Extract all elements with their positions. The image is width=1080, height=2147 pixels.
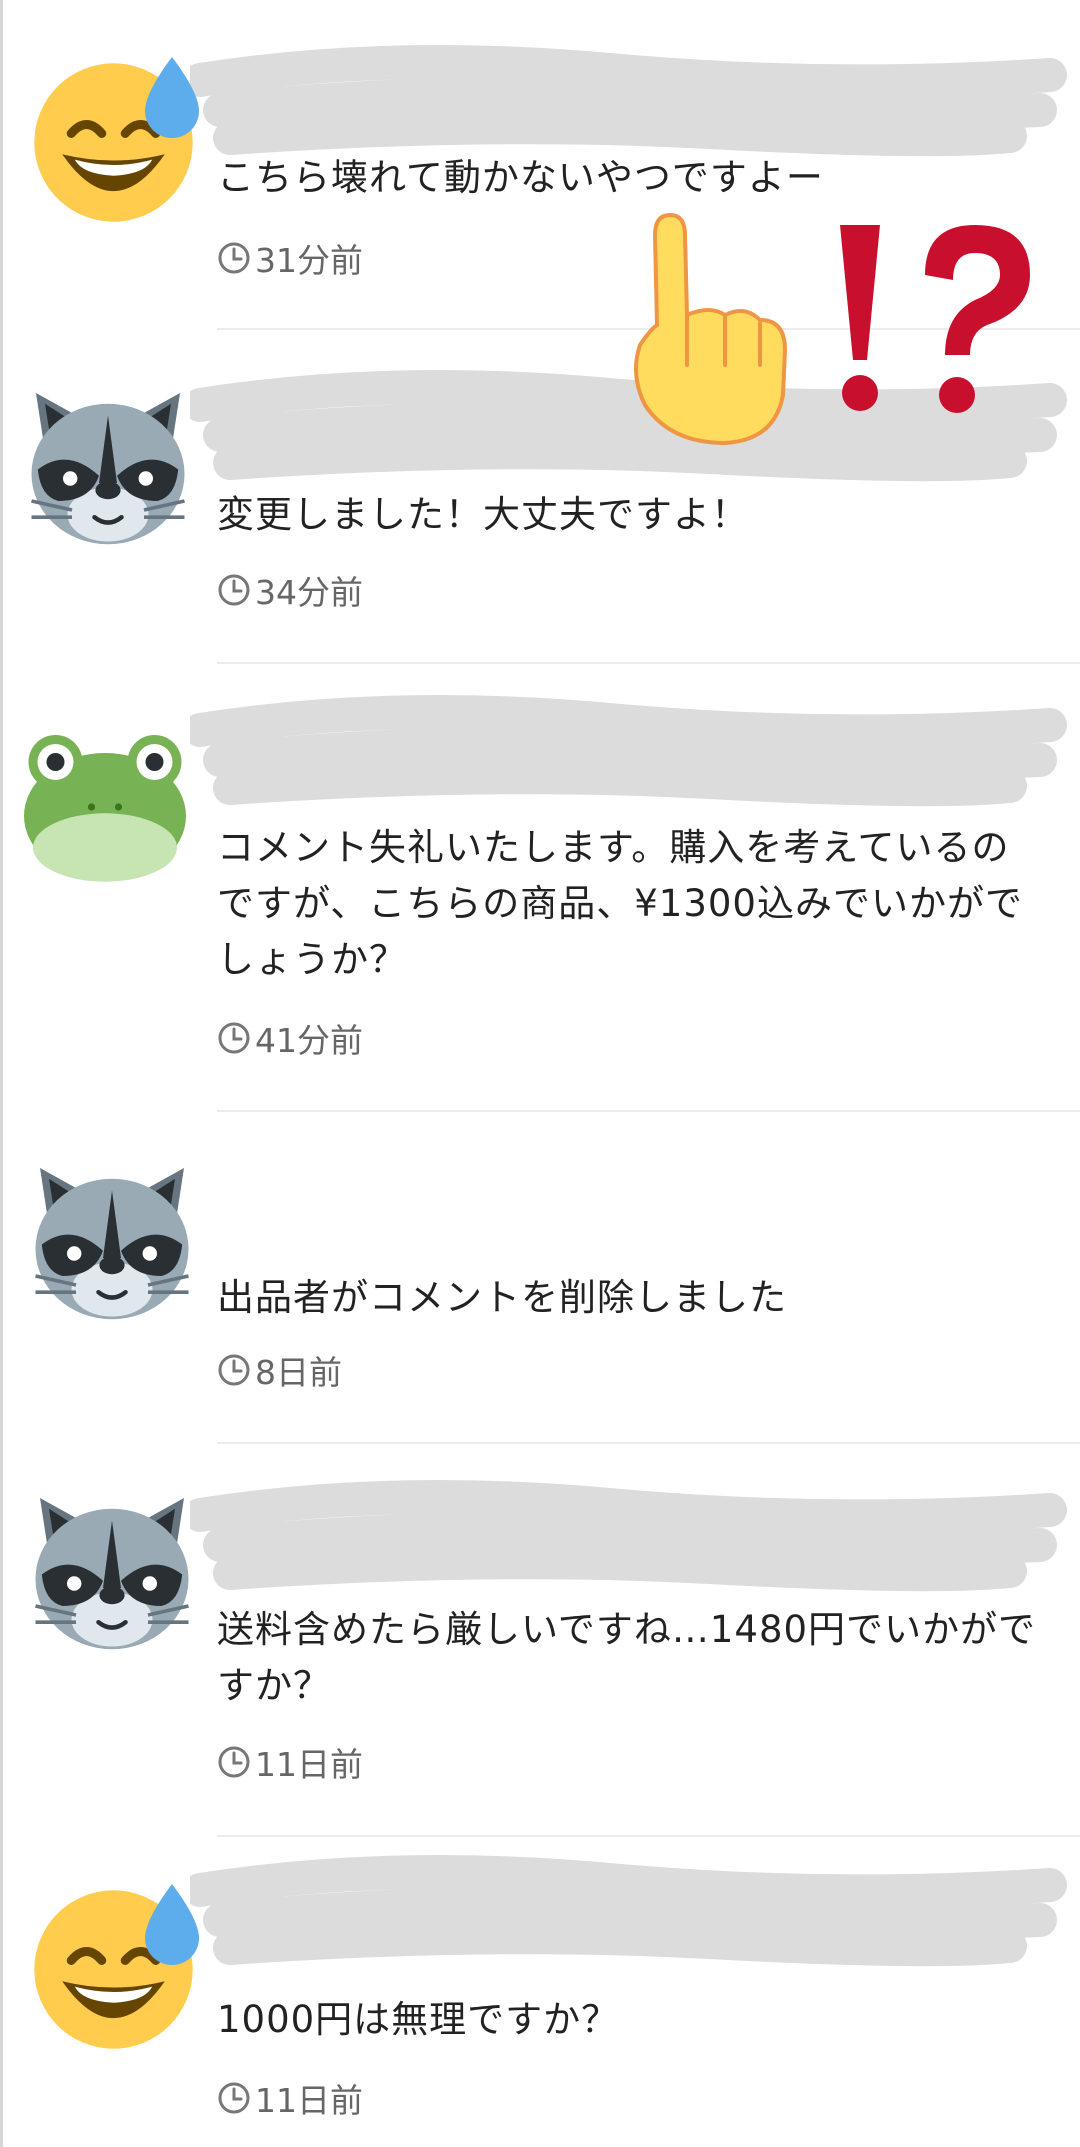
timestamp-label: 8日前 [255,1353,342,1392]
redacted-username-scribble [190,40,1070,160]
left-border [0,0,3,2147]
clock-icon [217,2081,251,2115]
clock-icon [217,1021,251,1055]
clock-icon [217,1745,251,1779]
comment-text: 出品者がコメントを削除しました [217,1276,787,1319]
comment-timestamp: 34分前 [217,570,363,612]
index-pointing-up-icon [634,212,788,445]
redacted-username-scribble [190,1475,1070,1595]
comment-text: こちら壊れて動かないやつですよー [217,156,824,199]
comment-timestamp: 11日前 [217,1742,363,1784]
raccoon-icon[interactable] [22,1480,202,1660]
clock-icon [217,1353,251,1387]
comment-timestamp: 11日前 [217,2078,363,2120]
divider [217,1110,1080,1112]
interrobang-icon [840,225,1030,413]
comment-text: 変更しました！大丈夫ですよ！ [217,493,749,536]
timestamp-label: 11日前 [255,1745,363,1784]
comment-text: コメント失礼いたします。購入を考えているのですが、こちらの商品、¥1300込みで… [217,826,1023,981]
grinning-sweat-face-icon[interactable] [28,1875,208,2055]
reaction-overlay [634,212,1030,445]
redacted-username-scribble [190,1850,1070,1970]
raccoon-icon[interactable] [22,1150,202,1330]
divider [217,1835,1080,1837]
divider [217,1442,1080,1444]
grinning-sweat-face-icon[interactable] [28,48,208,228]
redacted-username-scribble [190,690,1070,810]
timestamp-label: 11日前 [255,2081,363,2120]
comment-timestamp: 41分前 [217,1018,363,1060]
timestamp-label: 31分前 [255,241,363,280]
comment-timestamp: 8日前 [217,1350,342,1392]
comment-text: 1000円は無理ですか？ [217,1998,620,2041]
timestamp-label: 41分前 [255,1021,363,1060]
frog-icon[interactable] [15,708,195,888]
comment-text: 送料含めたら厳しいですね…1480円でいかがですか？ [217,1608,1037,1707]
divider [217,662,1080,664]
clock-icon [217,573,251,607]
timestamp-label: 34分前 [255,573,363,612]
clock-icon [217,241,251,275]
comment-timestamp: 31分前 [217,238,363,280]
raccoon-icon[interactable] [18,375,198,555]
